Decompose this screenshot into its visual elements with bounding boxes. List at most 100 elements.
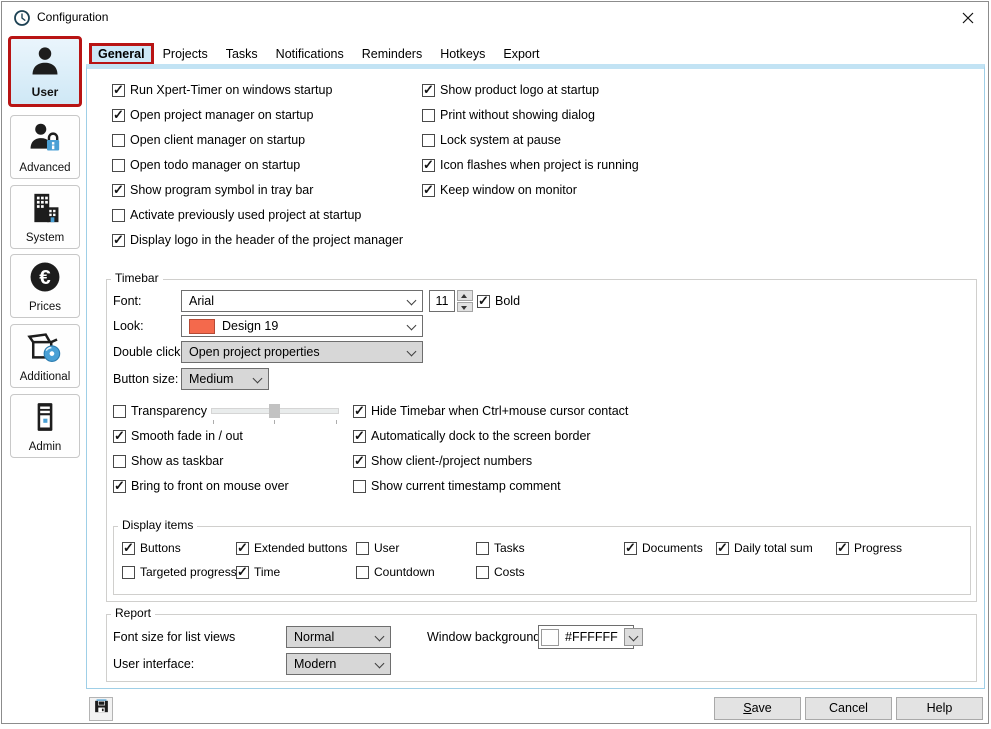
spin-up-button[interactable] bbox=[457, 290, 473, 301]
checkbox-row[interactable]: Documents bbox=[624, 540, 703, 556]
checkbox-row[interactable]: Print without showing dialog bbox=[422, 107, 595, 123]
checkbox[interactable] bbox=[353, 430, 366, 443]
checkbox[interactable] bbox=[112, 184, 125, 197]
checkbox-row[interactable]: Keep window on monitor bbox=[422, 182, 577, 198]
spin-down-button[interactable] bbox=[457, 302, 473, 313]
color-dropdown-button[interactable] bbox=[624, 628, 643, 646]
checkbox[interactable] bbox=[353, 455, 366, 468]
button-size-select[interactable]: Medium bbox=[181, 368, 269, 390]
font-select[interactable]: Arial bbox=[181, 290, 423, 312]
checkbox[interactable] bbox=[476, 542, 489, 555]
checkbox-row[interactable]: Show client-/project numbers bbox=[353, 453, 532, 469]
checkbox-row[interactable]: Countdown bbox=[356, 564, 435, 580]
checkbox-row[interactable]: Run Xpert-Timer on windows startup bbox=[112, 82, 332, 98]
checkbox[interactable] bbox=[353, 480, 366, 493]
checkbox-row[interactable]: Icon flashes when project is running bbox=[422, 157, 639, 173]
checkbox[interactable] bbox=[113, 455, 126, 468]
checkbox[interactable] bbox=[353, 405, 366, 418]
slider-thumb[interactable] bbox=[269, 404, 280, 418]
checkbox[interactable] bbox=[112, 109, 125, 122]
look-select[interactable]: Design 19 bbox=[181, 315, 423, 337]
checkbox-row[interactable]: Show current timestamp comment bbox=[353, 478, 561, 494]
sidebar-item-advanced[interactable]: Advanced bbox=[10, 115, 80, 179]
tab-export[interactable]: Export bbox=[494, 43, 548, 65]
checkbox[interactable] bbox=[112, 84, 125, 97]
user-interface-select[interactable]: Modern bbox=[286, 653, 391, 675]
checkbox-row[interactable]: Lock system at pause bbox=[422, 132, 561, 148]
checkbox-row[interactable]: Activate previously used project at star… bbox=[112, 207, 361, 223]
checkbox[interactable] bbox=[422, 109, 435, 122]
list-font-size-select[interactable]: Normal bbox=[286, 626, 391, 648]
checkbox[interactable] bbox=[716, 542, 729, 555]
checkbox[interactable] bbox=[476, 566, 489, 579]
checkbox[interactable] bbox=[113, 405, 126, 418]
checkbox[interactable] bbox=[356, 566, 369, 579]
checkbox[interactable] bbox=[422, 134, 435, 147]
checkbox-row[interactable]: Costs bbox=[476, 564, 525, 580]
checkbox-row[interactable]: Open project manager on startup bbox=[112, 107, 313, 123]
checkbox-row[interactable]: Daily total sum bbox=[716, 540, 813, 556]
tab-hotkeys[interactable]: Hotkeys bbox=[431, 43, 494, 65]
checkbox-row[interactable]: Display logo in the header of the projec… bbox=[112, 232, 403, 248]
checkbox[interactable] bbox=[236, 542, 249, 555]
report-group: Report Font size for list views Normal W… bbox=[106, 614, 977, 682]
tab-general[interactable]: General bbox=[89, 43, 154, 65]
checkbox[interactable] bbox=[422, 84, 435, 97]
sidebar-item-system[interactable]: System bbox=[10, 185, 80, 249]
checkbox-row[interactable]: Bring to front on mouse over bbox=[113, 478, 289, 494]
transparency-slider[interactable] bbox=[211, 402, 339, 422]
checkbox[interactable] bbox=[836, 542, 849, 555]
checkbox[interactable] bbox=[122, 566, 135, 579]
checkbox[interactable] bbox=[112, 209, 125, 222]
help-button[interactable]: Help bbox=[896, 697, 983, 720]
checkbox-row[interactable]: Time bbox=[236, 564, 280, 580]
checkbox[interactable] bbox=[422, 159, 435, 172]
save-settings-button[interactable] bbox=[89, 697, 113, 721]
checkbox-row[interactable]: Hide Timebar when Ctrl+mouse cursor cont… bbox=[353, 403, 628, 419]
checkbox[interactable] bbox=[236, 566, 249, 579]
tab-projects[interactable]: Projects bbox=[154, 43, 217, 65]
checkbox-row[interactable]: Progress bbox=[836, 540, 902, 556]
checkbox[interactable] bbox=[113, 430, 126, 443]
checkbox-row[interactable]: Show as taskbar bbox=[113, 453, 223, 469]
checkbox-row[interactable]: Show program symbol in tray bar bbox=[112, 182, 313, 198]
checkbox-row[interactable]: Smooth fade in / out bbox=[113, 428, 243, 444]
checkbox-row[interactable]: Buttons bbox=[122, 540, 181, 556]
checkbox-row[interactable]: Open todo manager on startup bbox=[112, 157, 300, 173]
font-size-input[interactable]: 11 bbox=[429, 290, 455, 312]
checkbox-label: User bbox=[374, 541, 399, 556]
sidebar-item-admin[interactable]: Admin bbox=[10, 394, 80, 458]
checkbox-row[interactable]: Open client manager on startup bbox=[112, 132, 305, 148]
checkbox[interactable] bbox=[112, 159, 125, 172]
checkbox-row[interactable]: Show product logo at startup bbox=[422, 82, 599, 98]
close-icon[interactable] bbox=[959, 9, 977, 27]
checkbox-row[interactable]: Targeted progress bbox=[122, 564, 237, 580]
checkbox-row[interactable]: Extended buttons bbox=[236, 540, 347, 556]
checkbox-row[interactable]: User bbox=[356, 540, 399, 556]
checkbox[interactable] bbox=[112, 234, 125, 247]
save-button[interactable]: Save bbox=[714, 697, 801, 720]
checkbox-row[interactable]: Transparency bbox=[113, 403, 207, 419]
checkbox[interactable] bbox=[477, 295, 490, 308]
tab-notifications[interactable]: Notifications bbox=[267, 43, 353, 65]
tab-reminders[interactable]: Reminders bbox=[353, 43, 431, 65]
checkbox[interactable] bbox=[356, 542, 369, 555]
sidebar-item-prices[interactable]: € Prices bbox=[10, 254, 80, 318]
window-background-picker[interactable]: #FFFFFF bbox=[538, 625, 634, 649]
checkbox[interactable] bbox=[624, 542, 637, 555]
cancel-button[interactable]: Cancel bbox=[805, 697, 892, 720]
color-swatch bbox=[541, 629, 559, 646]
tab-tasks[interactable]: Tasks bbox=[217, 43, 267, 65]
checkbox-row[interactable]: Tasks bbox=[476, 540, 525, 556]
double-click-select[interactable]: Open project properties bbox=[181, 341, 423, 363]
checkbox[interactable] bbox=[112, 134, 125, 147]
look-label: Look: bbox=[113, 315, 144, 337]
sidebar-item-user[interactable]: User bbox=[8, 36, 82, 107]
checkbox-row[interactable]: Automatically dock to the screen border bbox=[353, 428, 591, 444]
checkbox[interactable] bbox=[113, 480, 126, 493]
checkbox[interactable] bbox=[122, 542, 135, 555]
group-title: Timebar bbox=[111, 271, 163, 285]
checkbox[interactable] bbox=[422, 184, 435, 197]
bold-checkbox-row[interactable]: Bold bbox=[477, 293, 520, 309]
sidebar-item-additional[interactable]: Additional bbox=[10, 324, 80, 388]
